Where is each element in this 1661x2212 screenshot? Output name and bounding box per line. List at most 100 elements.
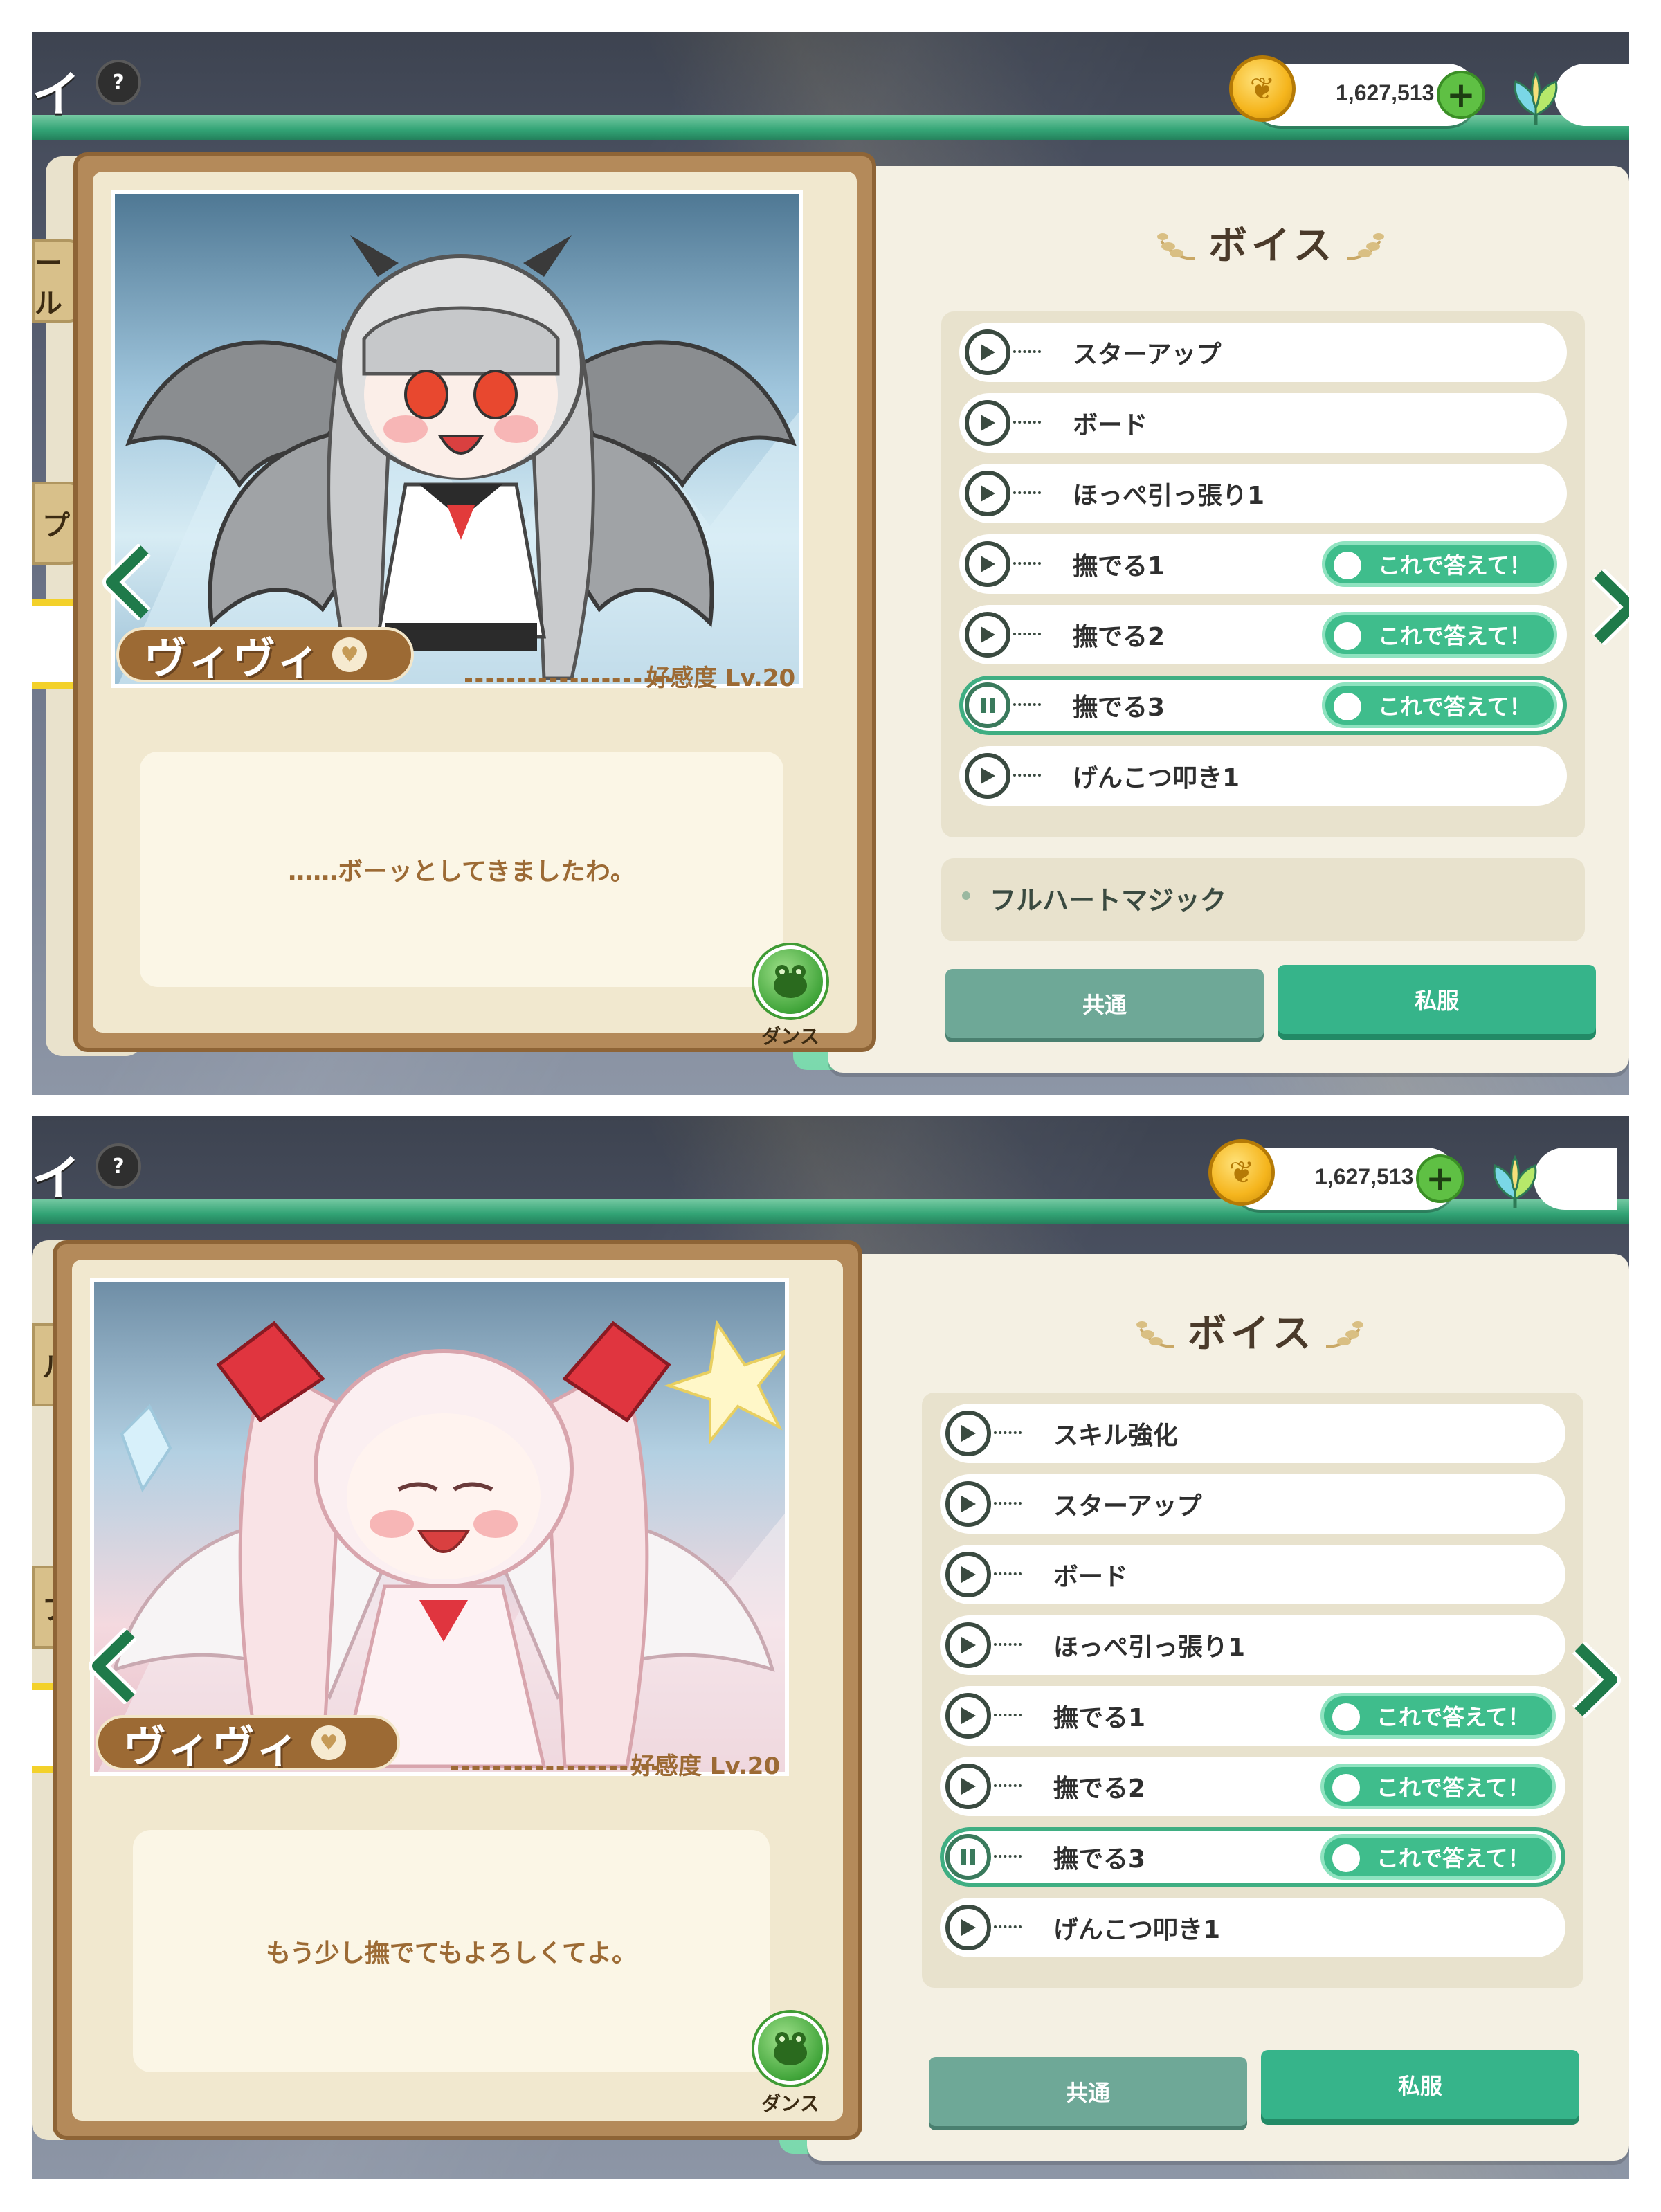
answer-with-this-button[interactable]: これで答えて！ xyxy=(1322,682,1557,728)
voice-item[interactable]: ボード xyxy=(940,1545,1565,1604)
crystal-leaf-icon[interactable] xyxy=(1485,1150,1545,1210)
voice-item[interactable]: 撫でる1 これで答えて！ xyxy=(959,534,1567,594)
play-icon[interactable] xyxy=(945,1622,991,1668)
voice-item-label: 撫でる2 xyxy=(1073,623,1165,651)
voice-title: ボイス xyxy=(1208,224,1336,269)
page-title-fragment: イ xyxy=(32,1150,80,1206)
character-card: ヴィヴィ ♥ 好感度 Lv.20 ……ボーッとしてきましたわ。 ダンス xyxy=(73,152,876,1052)
play-icon[interactable] xyxy=(945,1905,991,1950)
voice-item[interactable]: 撫でる1 これで答えて！ xyxy=(940,1686,1565,1746)
answer-with-this-button[interactable]: これで答えて！ xyxy=(1320,1834,1556,1880)
dance-label: ダンス xyxy=(761,1025,819,1048)
voice-item-playing[interactable]: 撫でる3 これで答えて！ xyxy=(959,676,1567,735)
screen-1: イ ? ❦ 1,627,513 + ール プ ボイス スターアップ ボード ほっ… xyxy=(32,32,1629,1095)
voice-item-label: 撫でる1 xyxy=(1053,1704,1146,1732)
help-button[interactable]: ? xyxy=(96,60,141,105)
character-name-plate: ヴィヴィ ♥ xyxy=(116,627,414,684)
answer-with-this-button[interactable]: これで答えて！ xyxy=(1322,612,1557,658)
play-icon[interactable] xyxy=(965,753,1010,799)
play-icon[interactable] xyxy=(945,1481,991,1527)
coin-amount: 1,627,513 xyxy=(1336,80,1435,105)
tab-private[interactable]: 私服 xyxy=(1278,965,1596,1034)
play-icon[interactable] xyxy=(945,1764,991,1809)
voice-item[interactable]: ほっぺ引っ張り1 xyxy=(959,464,1567,523)
add-coin-button[interactable]: + xyxy=(1437,71,1485,119)
voice-item[interactable]: げんこつ叩き1 xyxy=(959,746,1567,806)
dance-label: ダンス xyxy=(761,2092,819,2115)
voice-item-label: スキル強化 xyxy=(1053,1422,1179,1450)
section-full-heart-magic: フルハートマジック xyxy=(941,858,1585,941)
pause-icon[interactable] xyxy=(965,682,1010,728)
voice-item-label: ほっぺ引っ張り1 xyxy=(1073,482,1265,510)
tab-common[interactable]: 共通 xyxy=(929,2057,1247,2126)
voice-item[interactable]: 撫でる2 これで答えて！ xyxy=(940,1757,1565,1816)
character-card: ヴィヴィ ♥ 好感度 Lv.20 もう少し撫でてもよろしくてよ。 ダンス xyxy=(53,1240,862,2140)
tab-common[interactable]: 共通 xyxy=(945,969,1264,1038)
page-title-fragment: イ xyxy=(32,66,80,123)
heart-icon: ♥ xyxy=(332,637,367,672)
voice-item[interactable]: 撫でる2 これで答えて！ xyxy=(959,605,1567,664)
voice-list: スターアップ ボード ほっぺ引っ張り1 撫でる1 これで答えて！ 撫でる2 これ… xyxy=(941,311,1585,837)
tab-private[interactable]: 私服 xyxy=(1261,2050,1579,2119)
play-icon[interactable] xyxy=(945,1552,991,1597)
voice-item[interactable]: ほっぺ引っ張り1 xyxy=(940,1615,1565,1675)
voice-item-label: げんこつ叩き1 xyxy=(1073,764,1240,792)
voice-item-label: スターアップ xyxy=(1053,1492,1202,1521)
dialogue-box: ……ボーッとしてきましたわ。 xyxy=(140,752,783,987)
play-icon[interactable] xyxy=(965,400,1010,446)
laurel-right-icon xyxy=(1325,1321,1363,1348)
character-name: ヴィヴィ xyxy=(123,1721,301,1772)
add-coin-button[interactable]: + xyxy=(1416,1154,1464,1203)
play-icon[interactable] xyxy=(945,1411,991,1456)
next-arrow-icon[interactable] xyxy=(1582,569,1629,645)
voice-item-playing[interactable]: 撫でる3 これで答えて！ xyxy=(940,1827,1565,1887)
voice-item-label: 撫でる2 xyxy=(1053,1775,1146,1803)
frog-icon xyxy=(754,2013,826,2085)
voice-item[interactable]: スキル強化 xyxy=(940,1404,1565,1463)
help-button[interactable]: ? xyxy=(96,1143,141,1189)
play-icon[interactable] xyxy=(965,471,1010,516)
voice-item[interactable]: ボード xyxy=(959,393,1567,453)
voice-panel: ボイス スターアップ ボード ほっぺ引っ張り1 撫でる1 これで答えて！ 撫でる… xyxy=(828,166,1629,1073)
coin-icon: ❦ xyxy=(1208,1139,1275,1206)
voice-item-label: げんこつ叩き1 xyxy=(1053,1916,1221,1944)
voice-list: スキル強化 スターアップ ボード ほっぺ引っ張り1 撫でる1 これで答えて！ 撫… xyxy=(922,1393,1583,1988)
voice-item[interactable]: スターアップ xyxy=(959,323,1567,382)
play-icon[interactable] xyxy=(945,1693,991,1739)
laurel-left-icon xyxy=(1136,1321,1174,1348)
dialogue-text: ……ボーッとしてきましたわ。 xyxy=(288,858,635,886)
next-arrow-icon[interactable] xyxy=(1563,1642,1625,1718)
pause-icon[interactable] xyxy=(945,1834,991,1880)
voice-item-label: ほっぺ引っ張り1 xyxy=(1053,1633,1246,1662)
dialogue-text: もう少し撫でてもよろしくてよ。 xyxy=(265,1939,637,1968)
voice-panel: ボイス スキル強化 スターアップ ボード ほっぺ引っ張り1 撫でる1 これで答え… xyxy=(807,1254,1629,2161)
screen-2: イ ? ❦ 1,627,513 + ル プ ボイス スキル強化 xyxy=(32,1116,1629,2179)
voice-item-label: スターアップ xyxy=(1073,341,1222,369)
dance-button[interactable]: ダンス xyxy=(749,2013,832,2116)
coin-icon: ❦ xyxy=(1229,55,1296,122)
character-artwork xyxy=(90,1278,789,1776)
prev-arrow-icon[interactable] xyxy=(84,1628,147,1704)
prev-arrow-icon[interactable] xyxy=(98,544,161,620)
voice-item-label: 撫でる3 xyxy=(1073,693,1165,722)
character-illustration-dark xyxy=(118,235,799,684)
voice-item-label: ボード xyxy=(1053,1563,1129,1591)
crystal-leaf-icon[interactable] xyxy=(1506,66,1565,126)
voice-title: ボイス xyxy=(1188,1312,1316,1357)
answer-with-this-button[interactable]: これで答えて！ xyxy=(1320,1693,1556,1739)
heart-icon: ♥ xyxy=(311,1725,347,1760)
character-name-plate: ヴィヴィ ♥ xyxy=(96,1715,400,1772)
dance-button[interactable]: ダンス xyxy=(749,945,832,1049)
play-icon[interactable] xyxy=(965,541,1010,587)
voice-item[interactable]: スターアップ xyxy=(940,1474,1565,1534)
voice-item[interactable]: げんこつ叩き1 xyxy=(940,1898,1565,1957)
play-icon[interactable] xyxy=(965,329,1010,375)
frog-icon xyxy=(754,945,826,1017)
answer-with-this-button[interactable]: これで答えて！ xyxy=(1320,1764,1556,1809)
answer-with-this-button[interactable]: これで答えて！ xyxy=(1322,541,1557,587)
play-icon[interactable] xyxy=(965,612,1010,658)
voice-item-label: ボード xyxy=(1073,411,1148,439)
character-artwork xyxy=(111,190,803,688)
character-illustration-pink xyxy=(98,1319,785,1772)
affinity-level: 好感度 Lv.20 xyxy=(631,1752,781,1780)
